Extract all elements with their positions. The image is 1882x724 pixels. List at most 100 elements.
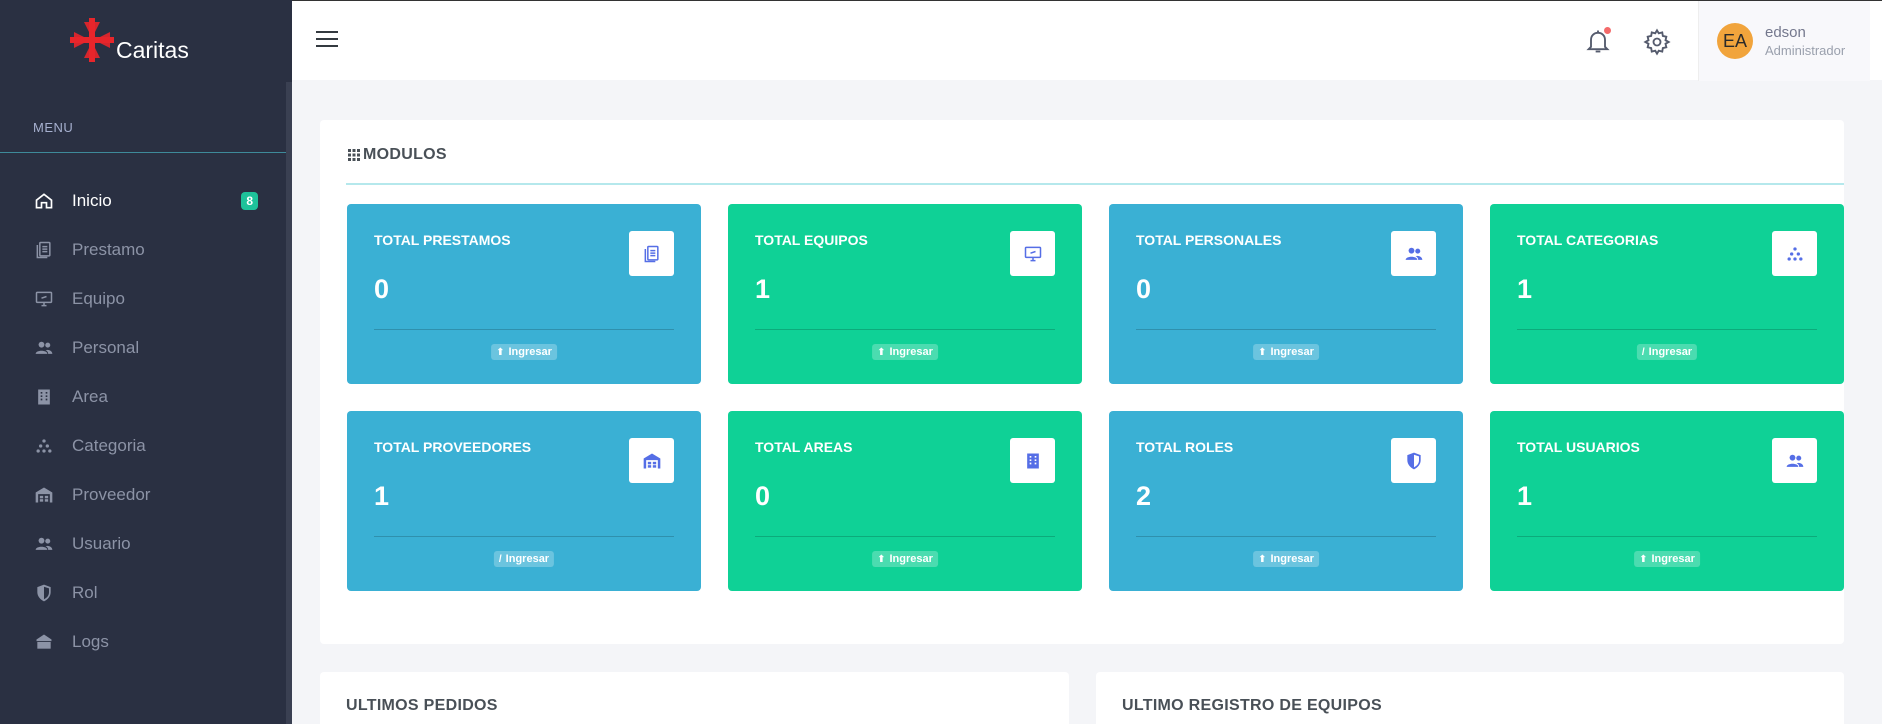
- button-label: Ingresar: [1270, 553, 1314, 565]
- shield-icon: [1391, 438, 1436, 483]
- button-label: Ingresar: [1270, 346, 1314, 358]
- category-icon: [34, 436, 54, 456]
- ingresar-button[interactable]: / Ingresar: [493, 551, 555, 567]
- sidebar-item-rol[interactable]: Rol: [0, 568, 286, 617]
- tile-divider: [755, 536, 1055, 537]
- brand-name: Caritas: [116, 37, 189, 63]
- tile-total-equipos[interactable]: TOTAL EQUIPOS 1 ⬆ Ingresar: [728, 204, 1082, 384]
- home-icon: [34, 191, 54, 211]
- tile-total-categorias[interactable]: TOTAL CATEGORIAS 1 /Ingresar: [1490, 204, 1844, 384]
- ingresar-button[interactable]: ⬆ Ingresar: [1253, 551, 1319, 567]
- tile-total-proveedores[interactable]: TOTAL PROVEEDORES 1 /Ingresar: [347, 411, 701, 591]
- notification-bell-icon[interactable]: [1584, 27, 1612, 55]
- user-name: edson: [1765, 24, 1806, 41]
- ultimos-pedidos-card: ULTIMOS PEDIDOS: [320, 672, 1069, 724]
- tile-value: 1: [1517, 481, 1533, 511]
- tile-label: TOTAL EQUIPOS: [755, 232, 868, 248]
- sidebar-item-logs[interactable]: Logs: [0, 617, 286, 666]
- tile-divider: [374, 329, 674, 330]
- sidebar-item-inicio[interactable]: Inicio 8: [0, 176, 286, 225]
- tile-divider: [755, 329, 1055, 330]
- button-label: Ingresar: [505, 553, 550, 565]
- arrow-up-icon: ⬆: [1258, 553, 1267, 565]
- tile-total-personales[interactable]: TOTAL PERSONALES 0 ⬆ Ingresar: [1109, 204, 1463, 384]
- sidebar-item-usuario[interactable]: Usuario: [0, 519, 286, 568]
- card-title: ULTIMO REGISTRO DE EQUIPOS: [1122, 697, 1382, 714]
- grid-icon: [348, 149, 360, 161]
- arrow-up-icon: ⬆: [1639, 553, 1648, 565]
- monitor-icon: [34, 289, 54, 309]
- document-icon: [34, 240, 54, 260]
- sidebar-item-label: Equipo: [72, 288, 125, 308]
- users-icon: [1772, 438, 1817, 483]
- tile-divider: [1517, 329, 1817, 330]
- tile-label: TOTAL CATEGORIAS: [1517, 232, 1659, 248]
- notification-dot: [1604, 27, 1611, 34]
- sidebar-item-area[interactable]: Area: [0, 372, 286, 421]
- sidebar-item-label: Inicio: [72, 190, 112, 210]
- monitor-icon: [1010, 231, 1055, 276]
- ingresar-button[interactable]: ⬆ Ingresar: [491, 344, 557, 360]
- brand[interactable]: Caritas: [68, 16, 189, 64]
- tile-total-areas[interactable]: TOTAL AREAS 0 ⬆ Ingresar: [728, 411, 1082, 591]
- ultimo-registro-equipos-card: ULTIMO REGISTRO DE EQUIPOS: [1096, 672, 1844, 724]
- tile-divider: [374, 536, 674, 537]
- ingresar-button[interactable]: ⬆ Ingresar: [872, 551, 938, 567]
- tile-total-roles[interactable]: TOTAL ROLES 2 ⬆ Ingresar: [1109, 411, 1463, 591]
- tile-total-prestamos[interactable]: TOTAL PRESTAMOS 0 ⬆ Ingresar: [347, 204, 701, 384]
- category-icon: [1772, 231, 1817, 276]
- button-label: Ingresar: [508, 346, 552, 358]
- user-role: Administrador: [1765, 43, 1846, 58]
- sidebar-item-proveedor[interactable]: Proveedor: [0, 470, 286, 519]
- users-icon: [34, 338, 54, 358]
- avatar: EA: [1717, 23, 1753, 59]
- sidebar-item-label: Rol: [72, 582, 98, 602]
- ingresar-button[interactable]: ⬆ Ingresar: [1634, 551, 1700, 567]
- caritas-logo-icon: [70, 18, 114, 62]
- tile-value: 2: [1136, 481, 1152, 511]
- tile-label: TOTAL ROLES: [1136, 439, 1234, 455]
- warehouse-icon: [629, 438, 674, 483]
- tile-label: TOTAL PROVEEDORES: [374, 439, 532, 455]
- sidebar-nav: Inicio 8 Prestamo Equipo Personal Area C…: [0, 176, 286, 666]
- tile-value: 1: [1517, 274, 1533, 304]
- sidebar-item-label: Proveedor: [72, 484, 151, 504]
- tile-label: TOTAL AREAS: [755, 439, 853, 455]
- arrow-up-icon: ⬆: [877, 346, 886, 358]
- menu-title: MENU: [33, 120, 74, 135]
- sidebar-item-categoria[interactable]: Categoria: [0, 421, 286, 470]
- building-icon: [1010, 438, 1055, 483]
- topbar: EA edson Administrador: [292, 0, 1882, 81]
- slash-icon: /: [1641, 346, 1645, 358]
- arrow-up-icon: ⬆: [877, 553, 886, 565]
- user-info: edson Administrador: [1765, 24, 1845, 58]
- user-menu[interactable]: EA edson Administrador: [1698, 1, 1870, 81]
- ingresar-button[interactable]: / Ingresar: [1636, 344, 1698, 360]
- button-label: Ingresar: [889, 553, 933, 565]
- ingresar-button[interactable]: ⬆ Ingresar: [872, 344, 938, 360]
- sidebar-scrollbar[interactable]: [286, 82, 292, 724]
- ingresar-button[interactable]: ⬆ Ingresar: [1253, 344, 1319, 360]
- card-title: ULTIMOS PEDIDOS: [346, 697, 498, 714]
- menu-toggle-icon[interactable]: [316, 31, 338, 51]
- sidebar-item-label: Area: [72, 386, 108, 406]
- warehouse-icon: [34, 485, 54, 505]
- sidebar-item-equipo[interactable]: Equipo: [0, 274, 286, 323]
- tile-divider: [1136, 329, 1436, 330]
- button-label: Ingresar: [1648, 346, 1693, 358]
- button-label: Ingresar: [889, 346, 933, 358]
- sidebar-item-label: Logs: [72, 631, 109, 651]
- gear-icon[interactable]: [1643, 28, 1671, 56]
- document-icon: [629, 231, 674, 276]
- title-divider: [346, 183, 1844, 185]
- tile-divider: [1517, 536, 1817, 537]
- sidebar-item-personal[interactable]: Personal: [0, 323, 286, 372]
- tile-total-usuarios[interactable]: TOTAL USUARIOS 1 ⬆ Ingresar: [1490, 411, 1844, 591]
- modules-title: MODULOS: [348, 146, 447, 164]
- sidebar: Caritas MENU Inicio 8 Prestamo Equipo Pe…: [0, 0, 292, 724]
- tile-value: 0: [755, 481, 771, 511]
- building-icon: [34, 387, 54, 407]
- tile-value: 1: [374, 481, 390, 511]
- sidebar-item-prestamo[interactable]: Prestamo: [0, 225, 286, 274]
- users-icon: [34, 534, 54, 554]
